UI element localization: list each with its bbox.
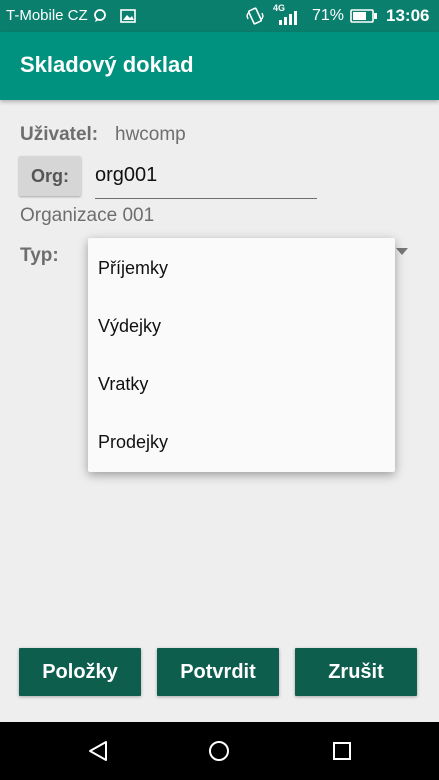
- user-label: Uživatel:: [20, 124, 99, 145]
- recent-apps-icon[interactable]: [332, 741, 352, 761]
- page-title: Skladový doklad: [20, 52, 194, 77]
- vibrate-icon: [246, 7, 264, 25]
- confirm-button[interactable]: Potvrdit: [157, 648, 279, 696]
- carrier-label: T-Mobile CZ: [6, 7, 88, 24]
- dropdown-option[interactable]: Prodejky: [98, 432, 168, 453]
- dropdown-option[interactable]: Výdejky: [98, 316, 161, 337]
- org-input-value: org001: [95, 164, 158, 186]
- app-bar: Skladový doklad: [0, 32, 439, 100]
- org-name: Organizace 001: [20, 205, 155, 226]
- battery-percent: 71%: [312, 7, 345, 24]
- cancel-button[interactable]: Zrušit: [295, 648, 417, 696]
- chat-icon: [94, 9, 106, 22]
- image-icon: [120, 9, 136, 23]
- org-button[interactable]: Org:: [19, 156, 81, 196]
- dropdown-option[interactable]: Vratky: [98, 374, 148, 395]
- signal-icon: [279, 11, 297, 25]
- chevron-down-icon[interactable]: [396, 248, 408, 255]
- status-bar: T-Mobile CZ 4G 71% 13:06: [0, 0, 439, 32]
- back-icon[interactable]: [86, 740, 110, 762]
- type-dropdown: Příjemky Výdejky Vratky Prodejky: [88, 238, 395, 472]
- items-button[interactable]: Položky: [19, 648, 141, 696]
- org-input[interactable]: org001: [95, 162, 317, 199]
- dropdown-option[interactable]: Příjemky: [98, 258, 168, 279]
- home-icon[interactable]: [208, 740, 230, 762]
- battery-icon: [350, 9, 377, 23]
- clock: 13:06: [386, 6, 430, 25]
- user-value: hwcomp: [115, 124, 186, 145]
- type-label: Typ:: [20, 245, 59, 266]
- navigation-bar: [0, 722, 439, 780]
